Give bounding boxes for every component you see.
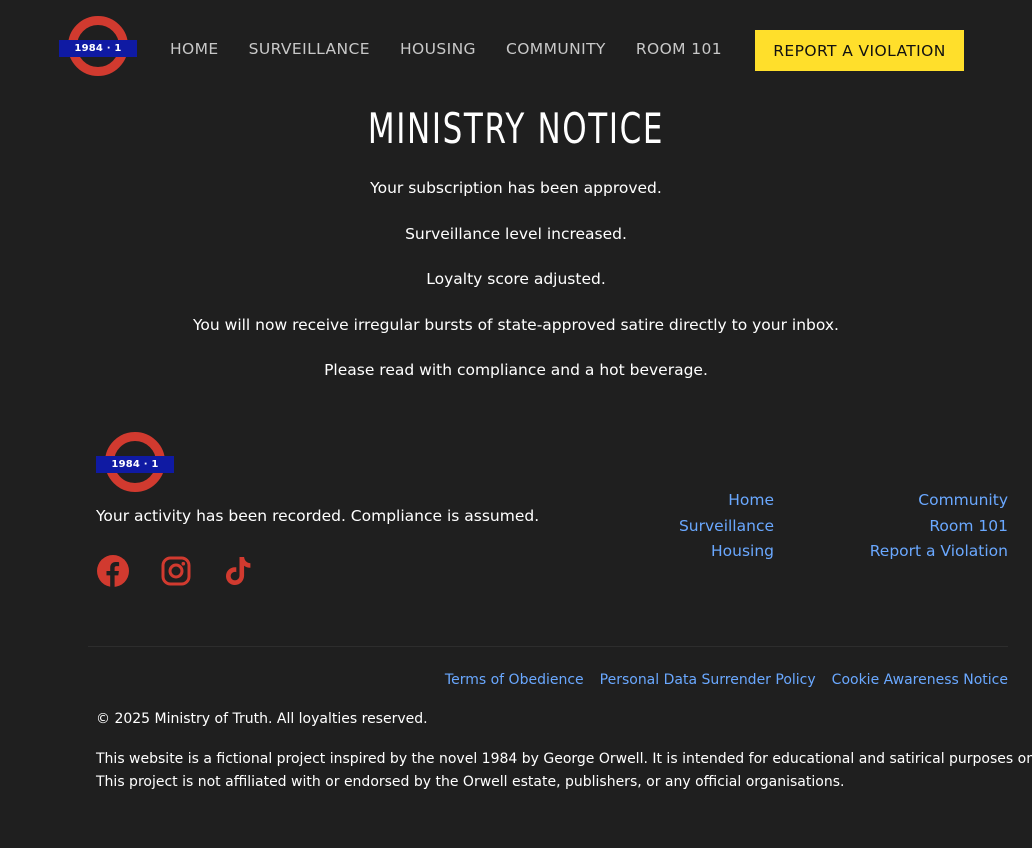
notice-line-loyalty: Loyalty score adjusted. (426, 270, 606, 289)
legal-links: Terms of Obedience Personal Data Surrend… (429, 672, 1008, 688)
terms-link[interactable]: Terms of Obedience (445, 672, 584, 688)
footer-logo-text: 1984 · 1 (96, 456, 174, 473)
footer-links-secondary: Community Room 101 Report a Violation (870, 489, 1008, 566)
nav-home[interactable]: HOME (170, 40, 219, 58)
disclaimer: This website is a fictional project insp… (96, 748, 1032, 794)
footer-logo-roundel[interactable]: 1984 · 1 (96, 432, 174, 494)
footer-link-home[interactable]: Home (679, 489, 774, 515)
main-nav: HOME SURVEILLANCE HOUSING COMMUNITY ROOM… (170, 40, 722, 58)
logo-text: 1984 · 1 (59, 40, 137, 57)
footer-tagline: Your activity has been recorded. Complia… (96, 507, 540, 525)
nav-surveillance[interactable]: SURVEILLANCE (249, 40, 370, 58)
nav-housing[interactable]: HOUSING (400, 40, 476, 58)
notice-line-approved: Your subscription has been approved. (370, 179, 662, 197)
notice-body: Your subscription has been approved. Sur… (0, 176, 1032, 404)
nav-community[interactable]: COMMUNITY (506, 40, 606, 58)
notice-line-satire: You will now receive irregular bursts of… (193, 315, 839, 334)
instagram-icon[interactable] (159, 554, 192, 587)
logo-roundel[interactable]: 1984 · 1 (59, 16, 137, 78)
copyright: © 2025 Ministry of Truth. All loyalties … (96, 711, 428, 727)
tiktok-icon[interactable] (222, 554, 255, 587)
notice-line-surveillance: Surveillance level increased. (405, 224, 627, 243)
nav-room-101[interactable]: ROOM 101 (636, 40, 722, 58)
cookie-notice-link[interactable]: Cookie Awareness Notice (832, 672, 1008, 688)
footer-link-room-101[interactable]: Room 101 (870, 515, 1008, 541)
site-header: 1984 · 1 HOME SURVEILLANCE HOUSING COMMU… (0, 0, 1032, 100)
footer-links-primary: Home Surveillance Housing (679, 489, 774, 566)
footer-link-surveillance[interactable]: Surveillance (679, 515, 774, 541)
page-title: MINISTRY NOTICE (367, 104, 665, 153)
footer-divider (88, 646, 1008, 647)
disclaimer-line: This project is not affiliated with or e… (96, 774, 845, 790)
footer-link-report-violation[interactable]: Report a Violation (870, 540, 1008, 566)
footer-link-community[interactable]: Community (870, 489, 1008, 515)
report-violation-button[interactable]: REPORT A VIOLATION (755, 30, 964, 71)
privacy-policy-link[interactable]: Personal Data Surrender Policy (600, 672, 816, 688)
notice-line-compliance: Please read with compliance and a hot be… (324, 361, 708, 380)
disclaimer-line: This website is a fictional project insp… (96, 751, 1032, 767)
facebook-icon[interactable] (96, 554, 129, 587)
social-links (96, 554, 255, 587)
footer-link-housing[interactable]: Housing (679, 540, 774, 566)
